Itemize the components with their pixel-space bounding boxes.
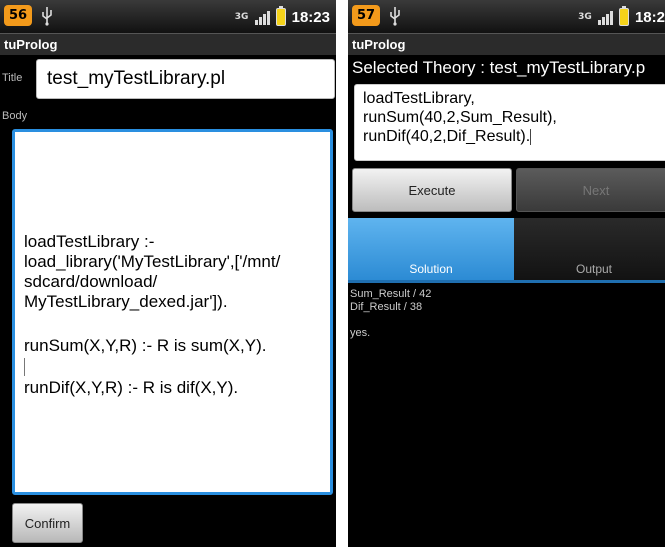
text-cursor <box>24 358 25 376</box>
usb-icon <box>42 7 52 26</box>
execute-button[interactable]: Execute <box>352 168 512 212</box>
result-line: Dif_Result / 38 <box>350 301 423 313</box>
clock: 18:23 <box>291 8 330 26</box>
body-paragraph: loadTestLibrary :- load_library('MyTestL… <box>24 232 281 311</box>
query-line: loadTestLibrary, <box>363 90 475 107</box>
body-label: Body <box>2 110 28 122</box>
confirm-button[interactable]: Confirm <box>12 503 83 543</box>
query-line: runSum(40,2,Sum_Result), <box>363 109 557 126</box>
app-title: tuProlog <box>0 34 336 55</box>
query-line: runDif(40,2,Dif_Result). <box>363 128 531 145</box>
right-phone-screen: 57 3G 18:2 tuProlog Selected Theory : te… <box>348 0 665 547</box>
tab-solution[interactable]: Solution <box>348 218 514 280</box>
battery-icon <box>275 6 286 26</box>
left-phone-screen: 56 3G 18:23 tuProlog Title test_myTestLi… <box>0 0 336 547</box>
clock: 18:2 <box>634 8 665 26</box>
title-label: Title <box>2 72 23 84</box>
notification-badge[interactable]: 56 <box>4 5 32 26</box>
result-line: Sum_Result / 42 <box>350 288 432 300</box>
body-paragraph: runDif(X,Y,R) :- R is dif(X,Y). <box>24 378 239 397</box>
next-button[interactable]: Next <box>516 168 665 212</box>
text-cursor <box>530 128 532 145</box>
notification-badge[interactable]: 57 <box>352 5 380 26</box>
status-bar: 56 3G 18:23 <box>0 0 336 34</box>
tab-indicator <box>348 280 665 283</box>
network-3g-icon: 3G <box>578 12 592 22</box>
network-3g-icon: 3G <box>234 12 249 22</box>
battery-icon <box>618 6 629 26</box>
query-input[interactable]: loadTestLibrary, runSum(40,2,Sum_Result)… <box>354 84 665 161</box>
result-line: yes. <box>350 327 371 339</box>
title-input[interactable]: test_myTestLibrary.pl <box>36 59 335 99</box>
usb-icon <box>390 7 400 26</box>
body-paragraph: runSum(X,Y,R) :- R is sum(X,Y). <box>24 336 267 355</box>
status-bar: 57 3G 18:2 <box>348 0 665 34</box>
signal-icon <box>254 9 270 25</box>
app-title: tuProlog <box>348 34 665 55</box>
body-textarea[interactable]: loadTestLibrary :- load_library('MyTestL… <box>12 129 333 495</box>
selected-theory-label: Selected Theory : test_myTestLibrary.p <box>352 58 646 77</box>
signal-icon <box>597 9 613 25</box>
tab-output[interactable]: Output <box>514 218 665 280</box>
